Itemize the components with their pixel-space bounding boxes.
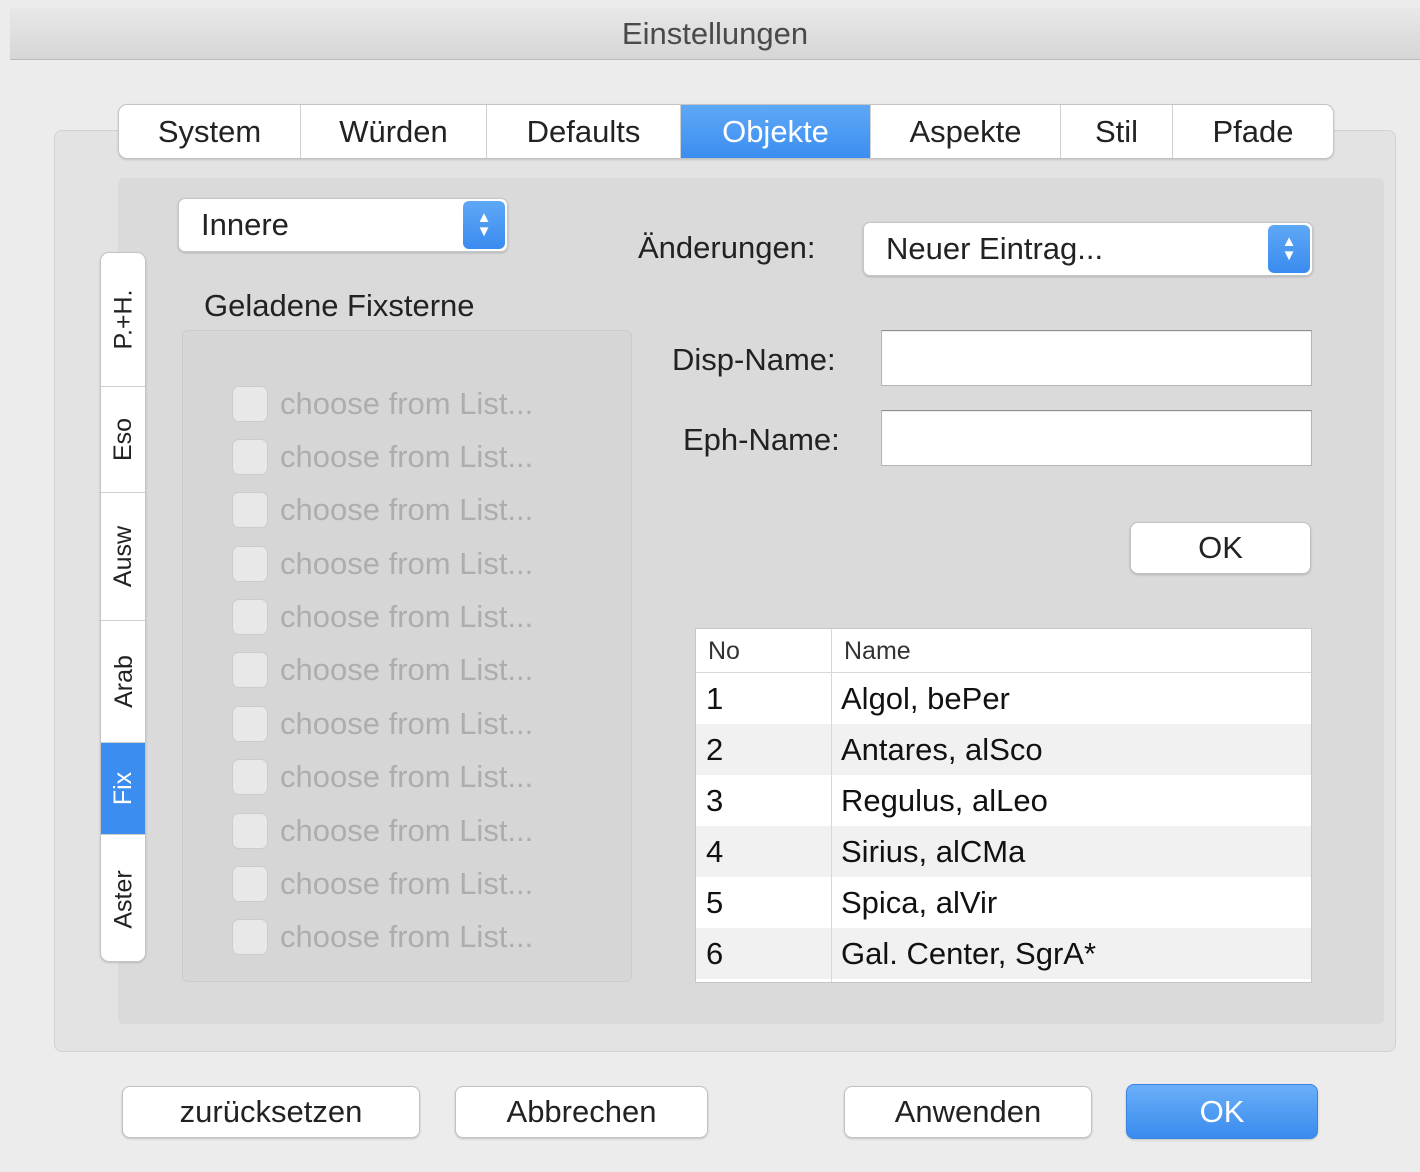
reset-button[interactable]: zurücksetzen (122, 1086, 420, 1138)
cancel-button[interactable]: Abbrechen (455, 1086, 708, 1138)
side-tab-label: Ausw (109, 525, 138, 588)
star-checkbox-label: choose from List... (280, 546, 534, 581)
fixed-stars-table: No Name 1 Algol, bePer 2 Antares, alSco … (695, 628, 1312, 983)
star-checkbox[interactable]: choose from List... (232, 864, 533, 904)
checkbox-icon (232, 599, 268, 635)
star-checkbox-label: choose from List... (280, 706, 534, 741)
table-row[interactable]: 5 Spica, alVir (696, 877, 1311, 928)
top-tab-bar: System Würden Defaults Objekte Aspekte S… (118, 104, 1334, 159)
preferences-window: Einstellungen System Würden Defaults Obj… (0, 0, 1420, 1172)
checkbox-icon (232, 866, 268, 902)
side-tab-ph[interactable]: P.+H. (101, 253, 145, 387)
table-row[interactable]: 1 Algol, bePer (696, 673, 1311, 724)
table-row[interactable]: 4 Sirius, alCMa (696, 826, 1311, 877)
star-checkbox-label: choose from List... (280, 599, 534, 634)
tab-stil[interactable]: Stil (1061, 105, 1173, 158)
star-checkbox-label: choose from List... (280, 866, 534, 901)
column-header-name[interactable]: Name (844, 629, 911, 673)
side-tab-aster[interactable]: Aster (101, 835, 145, 961)
side-tab-label: P.+H. (109, 289, 138, 350)
table-row[interactable]: 2 Antares, alSco (696, 724, 1311, 775)
changes-value: Neuer Eintrag... (886, 231, 1104, 266)
side-tab-eso[interactable]: Eso (101, 387, 145, 493)
star-checkbox[interactable]: choose from List... (232, 757, 533, 797)
star-checkbox-label: choose from List... (280, 652, 534, 687)
table-row[interactable]: 6 Gal. Center, SgrA* (696, 928, 1311, 979)
checkbox-icon (232, 492, 268, 528)
star-checkbox[interactable]: choose from List... (232, 704, 533, 744)
row-name: Antares, alSco (841, 732, 1043, 767)
row-name: Spica, alVir (841, 885, 998, 920)
side-tab-fix[interactable]: Fix (101, 743, 145, 835)
side-tab-ausw[interactable]: Ausw (101, 493, 145, 621)
checkbox-icon (232, 919, 268, 955)
column-header-no[interactable]: No (708, 629, 740, 673)
checkbox-icon (232, 652, 268, 688)
star-checkbox-label: choose from List... (280, 386, 534, 421)
eph-name-field[interactable] (881, 410, 1312, 466)
changes-select[interactable]: Neuer Eintrag... ▲ ▼ (863, 222, 1313, 276)
tab-objekte[interactable]: Objekte (681, 105, 871, 158)
row-number: 1 (706, 681, 724, 716)
checkbox-icon (232, 706, 268, 742)
row-number: 6 (706, 936, 724, 971)
column-divider[interactable] (831, 629, 832, 982)
star-checkbox[interactable]: choose from List... (232, 437, 533, 477)
row-number: 2 (706, 732, 724, 767)
entry-ok-button[interactable]: OK (1130, 522, 1311, 574)
side-tab-label: Eso (109, 417, 138, 462)
tab-wuerden[interactable]: Würden (301, 105, 487, 158)
star-checkbox[interactable]: choose from List... (232, 811, 533, 851)
chevron-updown-icon: ▲ ▼ (1268, 225, 1310, 273)
ok-button[interactable]: OK (1126, 1084, 1318, 1139)
row-name: Gal. Center, SgrA* (841, 936, 1097, 971)
eph-name-label: Eph-Name: (683, 422, 840, 457)
checkbox-icon (232, 813, 268, 849)
tab-aspekte[interactable]: Aspekte (871, 105, 1061, 158)
tab-defaults[interactable]: Defaults (487, 105, 681, 158)
row-name: Regulus, alLeo (841, 783, 1048, 818)
side-tab-label: Fix (109, 771, 138, 806)
window-title: Einstellungen (10, 8, 1420, 60)
checkbox-icon (232, 759, 268, 795)
checkbox-icon (232, 546, 268, 582)
tab-pfade[interactable]: Pfade (1173, 105, 1333, 158)
changes-label: Änderungen: (638, 230, 816, 265)
row-number: 4 (706, 834, 724, 869)
row-name: Sirius, alCMa (841, 834, 1026, 869)
table-row[interactable]: 3 Regulus, alLeo (696, 775, 1311, 826)
apply-button[interactable]: Anwenden (844, 1086, 1092, 1138)
star-checkbox[interactable]: choose from List... (232, 650, 533, 690)
disp-name-label: Disp-Name: (672, 342, 836, 377)
row-number: 5 (706, 885, 724, 920)
star-checkbox[interactable]: choose from List... (232, 384, 533, 424)
star-checkbox[interactable]: choose from List... (232, 917, 533, 957)
checkbox-icon (232, 386, 268, 422)
chevron-updown-icon: ▲ ▼ (463, 201, 505, 249)
loaded-stars-heading: Geladene Fixsterne (204, 288, 475, 323)
star-checkbox-label: choose from List... (280, 813, 534, 848)
side-tab-bar: P.+H. Eso Ausw Arab Fix Aster (100, 252, 146, 962)
star-checkbox[interactable]: choose from List... (232, 490, 533, 530)
star-checkbox-label: choose from List... (280, 759, 534, 794)
checkbox-icon (232, 439, 268, 475)
star-checkbox-label: choose from List... (280, 439, 534, 474)
star-checkbox-label: choose from List... (280, 492, 534, 527)
side-tab-arab[interactable]: Arab (101, 621, 145, 743)
tab-system[interactable]: System (119, 105, 301, 158)
star-checkbox-label: choose from List... (280, 919, 534, 954)
side-tab-label: Aster (109, 869, 138, 929)
star-group-select[interactable]: Innere ▲ ▼ (178, 198, 508, 252)
table-header: No Name (696, 629, 1311, 673)
side-tab-label: Arab (109, 655, 138, 708)
row-name: Algol, bePer (841, 681, 1010, 716)
star-group-value: Innere (201, 207, 289, 242)
star-checkbox[interactable]: choose from List... (232, 544, 533, 584)
star-checkbox[interactable]: choose from List... (232, 597, 533, 637)
row-number: 3 (706, 783, 724, 818)
disp-name-field[interactable] (881, 330, 1312, 386)
